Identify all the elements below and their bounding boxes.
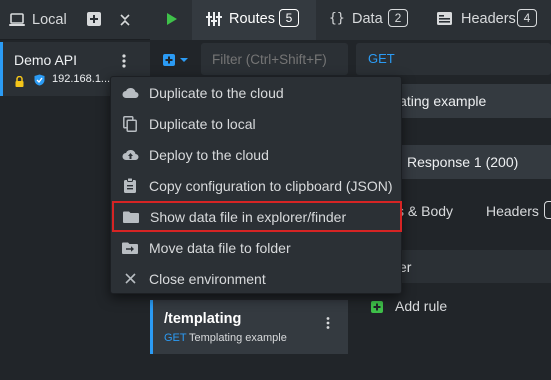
- menu-item-label: Duplicate to the cloud: [149, 84, 284, 101]
- tab-routes-label: Routes: [229, 11, 275, 27]
- routes-count-badge: 5: [279, 9, 299, 27]
- laptop-icon: [9, 13, 25, 30]
- route-more-icon[interactable]: [326, 316, 330, 332]
- add-environment-button[interactable]: [87, 12, 101, 29]
- add-rule-icon: [371, 300, 383, 316]
- menu-item-deploy-cloud[interactable]: Deploy to the cloud: [111, 139, 403, 170]
- environment-address: 192.168.1....: [52, 73, 114, 85]
- menu-item-move-data-file[interactable]: Move data file to folder: [111, 232, 403, 263]
- folder-icon: [112, 211, 150, 223]
- headers-count-badge: 4: [517, 9, 537, 27]
- method-value: GET: [368, 51, 395, 66]
- data-icon: {}: [329, 11, 345, 26]
- environment-name: Demo API: [14, 52, 78, 68]
- tab-response-headers[interactable]: Headers: [486, 203, 539, 219]
- route-method: GET: [164, 332, 187, 344]
- menu-item-duplicate-local[interactable]: Duplicate to local: [111, 108, 403, 139]
- clipboard-icon: [111, 178, 149, 193]
- cloud-upload-icon: [111, 149, 149, 161]
- folder-move-icon: [111, 242, 149, 254]
- route-path: /templating: [164, 311, 242, 327]
- menu-item-close-environment[interactable]: Close environment: [111, 263, 403, 294]
- routes-icon: [206, 12, 222, 29]
- menu-item-label: Copy configuration to clipboard (JSON): [149, 177, 393, 194]
- tab-data[interactable]: Data: [352, 11, 383, 27]
- menu-item-label: Move data file to folder: [149, 239, 291, 256]
- menu-item-show-data-file[interactable]: Show data file in explorer/finder: [112, 201, 402, 232]
- collapse-icon[interactable]: [119, 13, 131, 30]
- menu-item-label: Show data file in explorer/finder: [150, 208, 347, 225]
- route-item[interactable]: [150, 300, 348, 354]
- route-description: Templating example: [189, 332, 287, 344]
- response-label: Response 1 (200): [407, 154, 519, 170]
- route-documentation-text: lating example: [396, 93, 487, 109]
- routes-filter-input[interactable]: [201, 43, 348, 75]
- environment-more-icon[interactable]: [122, 54, 126, 71]
- environment-context-menu: Duplicate to the cloud Duplicate to loca…: [110, 76, 402, 294]
- add-rule-button[interactable]: Add rule: [395, 298, 447, 314]
- local-label: Local: [32, 12, 67, 28]
- tab-status-body[interactable]: s & Body: [397, 203, 453, 219]
- copy-icon: [111, 115, 149, 132]
- menu-item-label: Close environment: [149, 270, 266, 287]
- add-route-button[interactable]: [163, 53, 189, 70]
- menu-item-copy-config[interactable]: Copy configuration to clipboard (JSON): [111, 170, 403, 201]
- tab-headers[interactable]: Headers: [461, 11, 516, 27]
- menu-item-label: Duplicate to local: [149, 115, 256, 132]
- data-count-badge: 2: [388, 9, 408, 27]
- close-icon: [111, 273, 149, 284]
- menu-item-duplicate-cloud[interactable]: Duplicate to the cloud: [111, 77, 403, 108]
- headers-icon: [437, 12, 452, 28]
- cloud-icon: [111, 87, 149, 99]
- play-icon[interactable]: [166, 12, 178, 29]
- response-headers-count-badge: [544, 201, 551, 219]
- shield-icon: [34, 73, 45, 89]
- menu-item-label: Deploy to the cloud: [149, 146, 269, 163]
- lock-icon: [15, 74, 24, 90]
